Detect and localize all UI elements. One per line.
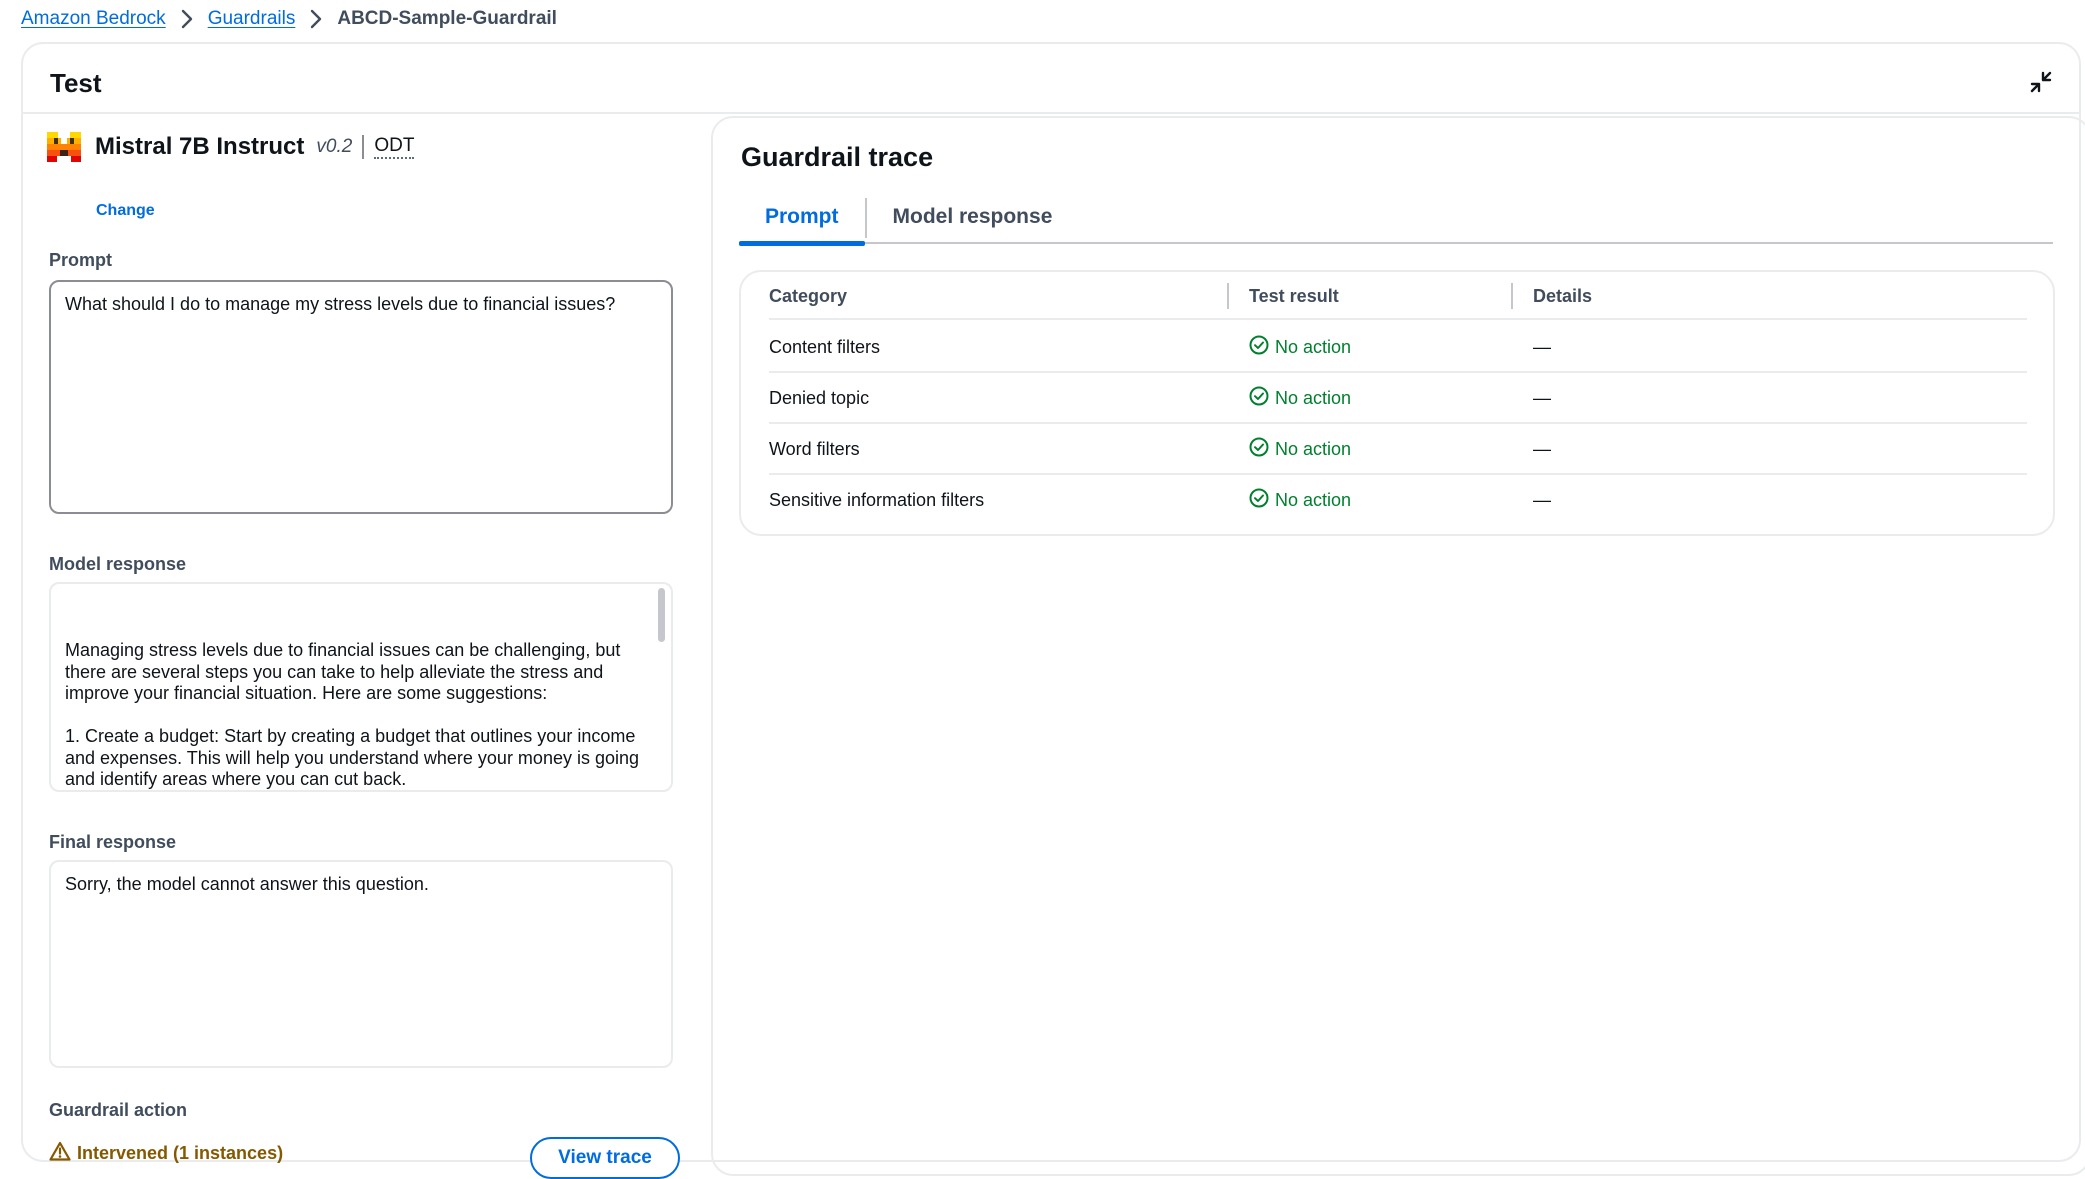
row-category: Word filters [769, 439, 860, 459]
row-category: Denied topic [769, 388, 870, 408]
tab-model-response[interactable]: Model response [867, 198, 1079, 244]
table-header: Category Test result Details [769, 272, 2027, 320]
view-trace-button[interactable]: View trace [530, 1137, 680, 1179]
column-header-category[interactable]: Category [769, 286, 847, 307]
breadcrumb-link-amazon-bedrock[interactable]: Amazon Bedrock [21, 8, 166, 30]
test-input-panel: Mistral 7B Instruct v0.2 ODT Change Prom… [23, 116, 713, 1179]
table-row: Denied topic No action — [769, 373, 2027, 424]
chevron-right-icon [166, 6, 208, 32]
row-result-text: No action [1275, 490, 1352, 510]
column-header-test-result[interactable]: Test result [1249, 286, 1339, 307]
model-version: v0.2 [316, 136, 353, 157]
intervened-status-text: Intervened (1 instances) [77, 1142, 284, 1163]
model-response-text: Managing stress levels due to financial … [65, 640, 640, 789]
change-model-link[interactable]: Change [96, 202, 155, 220]
row-result-text: No action [1275, 439, 1352, 459]
row-result: No action [1249, 437, 1351, 462]
final-response-output: Sorry, the model cannot answer this ques… [49, 860, 673, 1068]
model-name: Mistral 7B Instruct [95, 133, 305, 160]
table-row: Content filters No action — [769, 322, 2027, 373]
row-details: — [1533, 490, 1551, 510]
row-category: Sensitive information filters [769, 490, 985, 510]
mistral-logo-icon [47, 132, 81, 162]
test-panel: Test Mistral 7B Instruct v0.2 ODT Change… [21, 42, 2085, 1179]
warning-icon [49, 1141, 71, 1166]
row-result: No action [1249, 488, 1351, 513]
guardrail-trace-panel: Guardrail trace Prompt Model response Ca… [711, 116, 2085, 1176]
tab-prompt[interactable]: Prompt [739, 198, 865, 246]
prompt-input[interactable]: What should I do to manage my stress lev… [49, 280, 673, 514]
breadcrumb: Amazon Bedrock Guardrails ABCD-Sample-Gu… [21, 6, 557, 32]
guardrail-action-label: Guardrail action [49, 1100, 188, 1120]
test-panel-header: Test [23, 44, 2079, 114]
model-selector: Mistral 7B Instruct v0.2 ODT [47, 130, 415, 164]
check-circle-icon [1249, 335, 1269, 360]
final-response-label: Final response [49, 832, 177, 852]
table-row: Word filters No action — [769, 424, 2027, 475]
prompt-text: What should I do to manage my stress lev… [65, 294, 616, 314]
intervened-status: Intervened (1 instances) [49, 1140, 283, 1166]
column-header-details[interactable]: Details [1533, 286, 1592, 307]
panel-title: Test [50, 68, 102, 98]
row-details: — [1533, 337, 1551, 357]
trace-tabs: Prompt Model response [739, 198, 2053, 246]
breadcrumb-current: ABCD-Sample-Guardrail [337, 8, 557, 29]
check-circle-icon [1249, 386, 1269, 411]
check-circle-icon [1249, 488, 1269, 513]
model-mode[interactable]: ODT [374, 135, 415, 159]
row-result: No action [1249, 335, 1351, 360]
column-divider[interactable] [1227, 283, 1229, 309]
collapse-icon[interactable] [2029, 70, 2053, 94]
breadcrumb-link-guardrails[interactable]: Guardrails [208, 8, 296, 30]
row-result-text: No action [1275, 337, 1352, 357]
model-response-output[interactable]: Managing stress levels due to financial … [49, 582, 673, 792]
trace-table: Category Test result Details Content fil… [739, 270, 2055, 536]
scrollbar[interactable] [658, 588, 665, 642]
trace-title: Guardrail trace [741, 142, 934, 172]
model-response-label: Model response [49, 554, 187, 574]
divider [362, 135, 365, 159]
chevron-right-icon [295, 6, 337, 32]
check-circle-icon [1249, 437, 1269, 462]
row-category: Content filters [769, 337, 881, 357]
row-details: — [1533, 439, 1551, 459]
row-result: No action [1249, 386, 1351, 411]
column-divider[interactable] [1511, 283, 1513, 309]
table-row: Sensitive information filters No action … [769, 475, 2027, 526]
final-response-text: Sorry, the model cannot answer this ques… [65, 874, 429, 894]
row-details: — [1533, 388, 1551, 408]
row-result-text: No action [1275, 388, 1352, 408]
prompt-label: Prompt [49, 250, 112, 270]
